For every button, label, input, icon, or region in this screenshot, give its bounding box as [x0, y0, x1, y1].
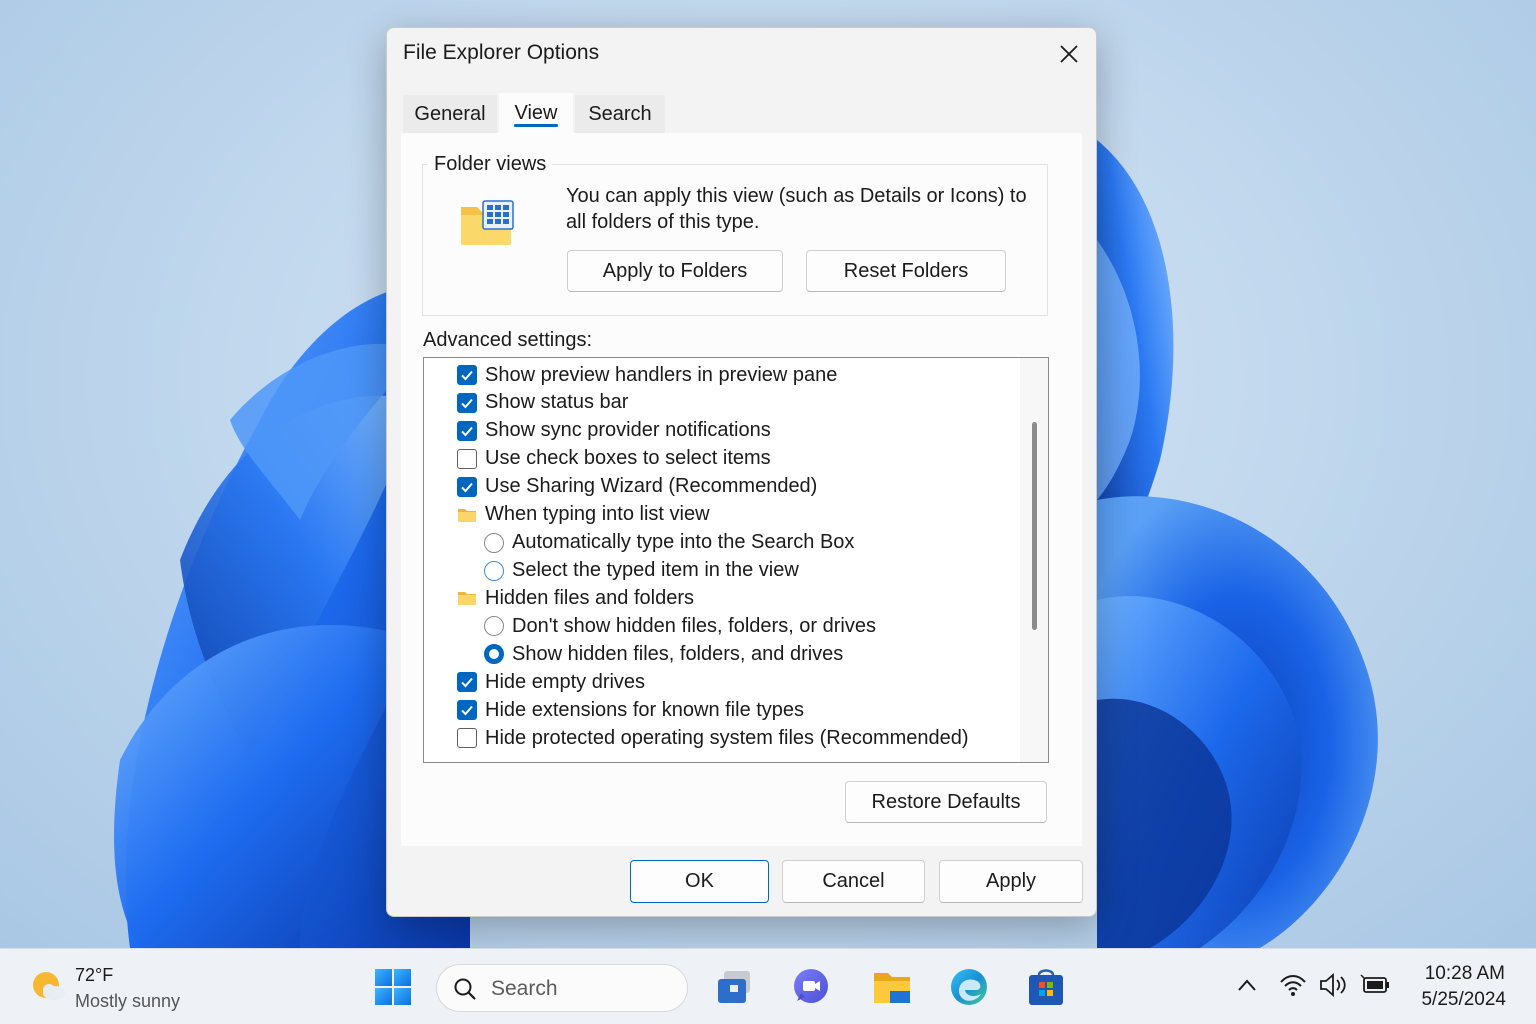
checkmark-icon	[461, 678, 473, 688]
tab-general[interactable]: General	[403, 95, 497, 133]
advanced-setting-label: Don't show hidden files, folders, or dri…	[512, 614, 876, 637]
advanced-setting-row[interactable]: Hide protected operating system files (R…	[424, 724, 1019, 752]
task-view-icon[interactable]	[714, 967, 754, 1007]
advanced-setting-row: When typing into list view	[424, 501, 1019, 529]
advanced-setting-row: Hidden files and folders	[424, 584, 1019, 612]
radio-unselected[interactable]	[484, 532, 504, 553]
checkbox-checked[interactable]	[457, 700, 477, 721]
ok-button[interactable]: OK	[630, 860, 769, 903]
start-icon[interactable]	[373, 967, 413, 1007]
radio-unselected[interactable]	[484, 560, 504, 581]
advanced-setting-row[interactable]: Don't show hidden files, folders, or dri…	[424, 612, 1019, 640]
clock-date[interactable]: 5/25/2024	[1421, 989, 1506, 1011]
wifi-icon[interactable]	[1279, 973, 1307, 997]
folder-views-label: Folder views	[428, 153, 553, 176]
advanced-setting-label: Select the typed item in the view	[512, 559, 799, 581]
checkmark-icon	[461, 482, 473, 493]
tab-view[interactable]: View	[499, 93, 573, 133]
volume-icon[interactable]	[1318, 973, 1348, 997]
checkmark-icon	[461, 426, 473, 437]
cancel-button[interactable]: Cancel	[782, 860, 925, 903]
advanced-setting-label: Show sync provider notifications	[485, 419, 771, 442]
advanced-setting-row[interactable]: Show preview handlers in preview pane	[424, 361, 1019, 389]
checkbox-checked[interactable]	[457, 672, 477, 693]
reset-folders-button[interactable]: Reset Folders	[806, 250, 1006, 292]
advanced-settings-list[interactable]: Show preview handlers in preview pane Sho…	[423, 357, 1049, 763]
advanced-setting-row[interactable]: Hide empty drives	[424, 668, 1019, 696]
advanced-setting-row[interactable]: Show status bar	[424, 389, 1019, 417]
checkbox-checked[interactable]	[457, 365, 477, 385]
taskbar-search-box[interactable]: Search	[436, 964, 688, 1012]
edge-icon[interactable]	[949, 967, 989, 1007]
checkbox-unchecked[interactable]	[457, 728, 477, 749]
tab-search[interactable]: Search	[575, 95, 665, 133]
apply-to-folders-button[interactable]: Apply to Folders	[567, 250, 783, 292]
search-icon	[454, 978, 476, 1000]
scrollbar-thumb[interactable]	[1032, 422, 1037, 630]
active-tab-indicator	[514, 124, 558, 127]
close-button[interactable]	[1051, 38, 1087, 70]
radio-selected[interactable]	[484, 644, 504, 665]
advanced-setting-row[interactable]: Hide extensions for known file types	[424, 696, 1019, 724]
folder-icon	[458, 508, 476, 522]
advanced-setting-row[interactable]: Use Sharing Wizard (Recommended)	[424, 473, 1019, 501]
advanced-setting-label: Hidden files and folders	[485, 586, 695, 609]
checkmark-icon	[461, 370, 473, 381]
file-explorer-options-dialog: File Explorer Options General View Searc…	[386, 27, 1097, 917]
store-icon[interactable]	[1026, 967, 1066, 1007]
advanced-setting-row[interactable]: Select the typed item in the view	[424, 557, 1019, 585]
view-tab-panel: Folder views You can apply this view (su…	[401, 133, 1082, 846]
scrollbar[interactable]	[1020, 358, 1048, 762]
advanced-setting-label: Hide empty drives	[485, 670, 646, 693]
radio-unselected[interactable]	[484, 616, 504, 637]
folder-icon	[458, 592, 476, 606]
checkbox-checked[interactable]	[457, 476, 477, 497]
checkmark-icon	[461, 398, 473, 409]
advanced-settings-label: Advanced settings:	[423, 329, 592, 351]
advanced-setting-label: Hide extensions for known file types	[485, 698, 805, 721]
folder-views-icon	[461, 200, 514, 245]
weather-description[interactable]: Mostly sunny	[75, 991, 180, 1012]
advanced-setting-label: Automatically type into the Search Box	[512, 531, 855, 554]
advanced-setting-row[interactable]: Automatically type into the Search Box	[424, 529, 1019, 557]
file-explorer-icon[interactable]	[872, 967, 912, 1007]
checkbox-unchecked[interactable]	[457, 448, 477, 469]
tab-label: Search	[588, 102, 652, 125]
tab-label: View	[514, 101, 558, 124]
advanced-setting-label: Use Sharing Wizard (Recommended)	[485, 475, 818, 498]
chevron-up-icon[interactable]	[1237, 977, 1257, 993]
taskbar: 72°F Mostly sunny Search 10:28 AM 5/25/2…	[0, 948, 1536, 1024]
advanced-setting-label: Show preview handlers in preview pane	[485, 363, 838, 386]
restore-defaults-button[interactable]: Restore Defaults	[845, 781, 1047, 823]
apply-button[interactable]: Apply	[939, 860, 1083, 903]
tab-label: General	[414, 102, 486, 125]
advanced-setting-label: When typing into list view	[485, 503, 710, 526]
checkbox-checked[interactable]	[457, 420, 477, 441]
checkbox-checked[interactable]	[457, 392, 477, 413]
advanced-setting-label: Show status bar	[485, 391, 629, 414]
advanced-setting-label: Use check boxes to select items	[485, 447, 771, 470]
advanced-setting-row[interactable]: Use check boxes to select items	[424, 445, 1019, 473]
advanced-setting-row[interactable]: Show hidden files, folders, and drives	[424, 640, 1019, 668]
advanced-setting-label: Hide protected operating system files (R…	[485, 726, 969, 749]
checkmark-icon	[461, 706, 473, 716]
search-placeholder: Search	[491, 977, 558, 1000]
dialog-title: File Explorer Options	[403, 41, 600, 64]
folder-views-description: You can apply this view (such as Details…	[566, 185, 1027, 233]
advanced-setting-label: Show hidden files, folders, and drives	[512, 642, 844, 665]
close-icon	[1060, 45, 1078, 63]
chat-icon[interactable]	[791, 967, 831, 1007]
advanced-setting-row[interactable]: Show sync provider notifications	[424, 417, 1019, 445]
clock-time[interactable]: 10:28 AM	[1425, 963, 1505, 985]
weather-temperature[interactable]: 72°F	[75, 965, 113, 986]
battery-icon[interactable]	[1360, 973, 1392, 997]
sun-cloud-icon[interactable]	[30, 969, 66, 1003]
